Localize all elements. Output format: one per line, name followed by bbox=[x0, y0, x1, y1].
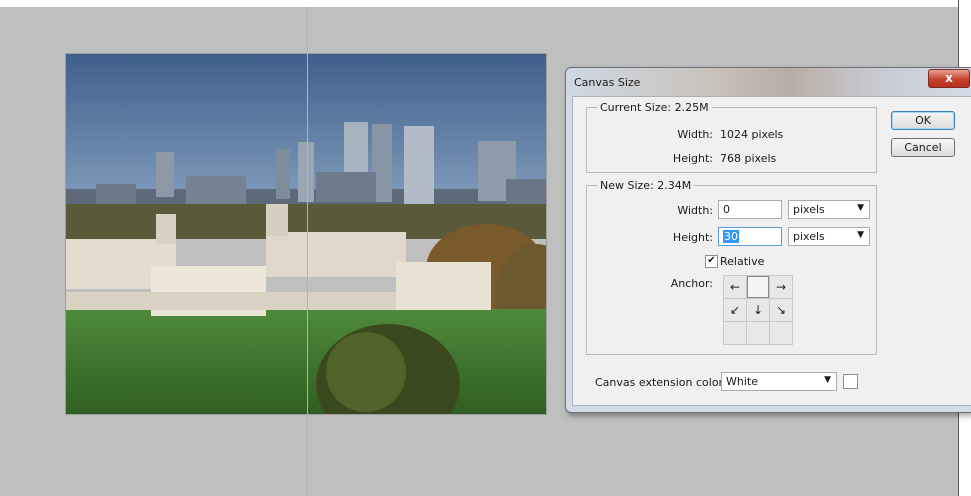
extension-color-select[interactable]: White ▼ bbox=[721, 372, 837, 391]
anchor-cell-bottom-right[interactable] bbox=[770, 322, 792, 344]
new-size-legend: New Size: 2.34M bbox=[600, 179, 692, 192]
dialog-title: Canvas Size bbox=[574, 76, 641, 89]
anchor-cell-middle-right[interactable]: ↘ bbox=[770, 299, 792, 321]
document-image[interactable] bbox=[66, 54, 546, 414]
anchor-cell-middle-left[interactable]: ↙ bbox=[724, 299, 746, 321]
anchor-cell-bottom-center[interactable] bbox=[747, 322, 769, 344]
new-height-input[interactable]: 30 bbox=[718, 227, 782, 246]
chevron-down-icon: ▼ bbox=[857, 203, 864, 213]
height-unit-value: pixels bbox=[793, 230, 825, 243]
anchor-cell-middle-center[interactable]: ↓ bbox=[747, 299, 769, 321]
checkmark-icon: ✔ bbox=[707, 255, 716, 266]
width-unit-value: pixels bbox=[793, 203, 825, 216]
canvas-size-dialog: Canvas Size x Current Size: 2.25M Width:… bbox=[565, 67, 971, 413]
relative-checkbox[interactable]: ✔ bbox=[705, 255, 718, 268]
new-width-input[interactable]: 0 bbox=[718, 200, 782, 219]
cyan-guide-line[interactable] bbox=[307, 7, 308, 496]
anchor-grid[interactable]: ← → ↙ ↓ ↘ bbox=[723, 275, 793, 345]
extension-color-label: Canvas extension color: bbox=[595, 376, 727, 389]
relative-label: Relative bbox=[720, 255, 765, 268]
current-height-value: 768 pixels bbox=[720, 152, 777, 165]
new-height-value: 30 bbox=[723, 230, 739, 243]
chevron-down-icon: ▼ bbox=[824, 375, 831, 385]
anchor-cell-top-left[interactable]: ← bbox=[724, 276, 746, 298]
new-width-label: Width: bbox=[677, 204, 713, 217]
current-width-label: Width: bbox=[677, 128, 713, 141]
photo-greenwich bbox=[66, 54, 546, 414]
extension-color-swatch[interactable] bbox=[843, 374, 858, 389]
extension-color-value: White bbox=[726, 375, 758, 388]
dialog-body: Current Size: 2.25M Width: 1024 pixels H… bbox=[572, 96, 971, 406]
new-height-label: Height: bbox=[672, 231, 713, 244]
dialog-titlebar[interactable]: Canvas Size x bbox=[566, 68, 971, 96]
anchor-cell-top-center[interactable] bbox=[747, 276, 769, 298]
top-strip bbox=[0, 0, 971, 7]
anchor-label: Anchor: bbox=[670, 277, 713, 290]
height-unit-select[interactable]: pixels ▼ bbox=[788, 227, 870, 246]
close-button[interactable]: x bbox=[928, 69, 970, 88]
ok-button[interactable]: OK bbox=[891, 111, 955, 130]
new-width-value: 0 bbox=[723, 203, 730, 216]
cancel-button[interactable]: Cancel bbox=[891, 138, 955, 157]
current-size-legend: Current Size: 2.25M bbox=[600, 101, 709, 114]
width-unit-select[interactable]: pixels ▼ bbox=[788, 200, 870, 219]
current-height-label: Height: bbox=[672, 152, 713, 165]
chevron-down-icon: ▼ bbox=[857, 230, 864, 240]
anchor-cell-bottom-left[interactable] bbox=[724, 322, 746, 344]
anchor-cell-top-right[interactable]: → bbox=[770, 276, 792, 298]
current-width-value: 1024 pixels bbox=[720, 128, 784, 141]
